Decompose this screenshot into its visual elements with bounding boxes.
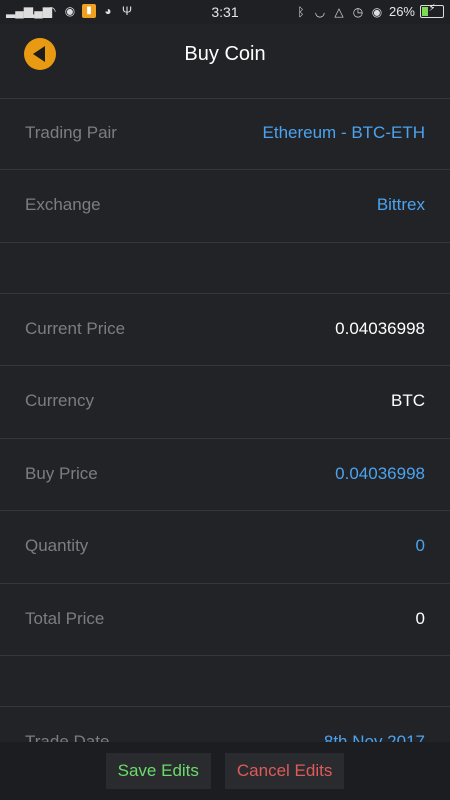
- trading-pair-value[interactable]: Ethereum - BTC-ETH: [263, 123, 425, 143]
- row-current-price: Current Price 0.04036998: [0, 294, 450, 366]
- currency-label: Currency: [25, 391, 94, 410]
- status-icons-right: ᛒ ◡ △ ◷ ◉ 26% ⚡: [294, 3, 444, 19]
- current-price-label: Current Price: [25, 319, 126, 338]
- action-bar: Save Edits Cancel Edits: [0, 742, 450, 800]
- battery-icon: ⚡: [420, 3, 444, 18]
- form-list: Trading Pair Ethereum - BTC-ETH Exchange…: [0, 98, 450, 779]
- row-trading-pair[interactable]: Trading Pair Ethereum - BTC-ETH: [0, 98, 450, 170]
- alarm-icon: ◷: [352, 4, 364, 19]
- current-price-value: 0.04036998: [335, 319, 425, 338]
- cancel-edits-button[interactable]: Cancel Edits: [224, 753, 345, 789]
- buy-price-label: Buy Price: [25, 464, 98, 483]
- currency-value: BTC: [391, 391, 425, 410]
- trading-pair-label: Trading Pair: [25, 123, 117, 142]
- headset-icon: ◡: [314, 4, 326, 19]
- bell-off-icon: △: [334, 4, 344, 19]
- status-bar: ▂▄▆ ▂▄▆ ◠ ◉ ▮ ◕ Ψ 3:31 ᛒ ◡ △ ◷ ◉ 26% ⚡: [0, 0, 450, 24]
- app-header: Buy Coin: [0, 24, 450, 99]
- page-title: Buy Coin: [184, 43, 266, 65]
- exchange-label: Exchange: [25, 195, 101, 214]
- save-edits-button[interactable]: Save Edits: [105, 753, 211, 789]
- row-buy-price[interactable]: Buy Price 0.04036998: [0, 439, 450, 511]
- section-divider: [0, 656, 450, 707]
- exchange-value[interactable]: Bittrex: [377, 195, 425, 215]
- total-price-value: 0: [415, 609, 425, 628]
- bluetooth-icon: ᛒ: [297, 4, 305, 19]
- row-total-price: Total Price 0: [0, 584, 450, 656]
- eye-icon: ◉: [371, 4, 383, 19]
- section-divider: [0, 243, 450, 294]
- total-price-label: Total Price: [25, 609, 105, 628]
- row-currency: Currency BTC: [0, 366, 450, 439]
- row-quantity[interactable]: Quantity 0: [0, 511, 450, 584]
- quantity-value[interactable]: 0: [416, 536, 425, 556]
- row-exchange[interactable]: Exchange Bittrex: [0, 170, 450, 243]
- battery-percent: 26%: [388, 4, 415, 19]
- buy-price-value[interactable]: 0.04036998: [335, 464, 425, 484]
- quantity-label: Quantity: [25, 536, 89, 555]
